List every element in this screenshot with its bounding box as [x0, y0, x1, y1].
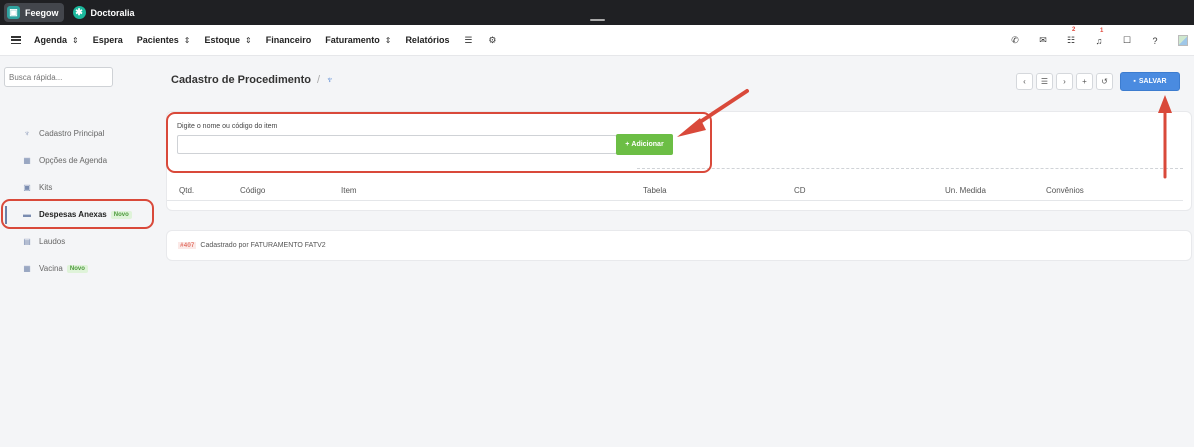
quick-search-input[interactable]	[4, 67, 113, 87]
inbox-icon[interactable]: ✉	[1038, 35, 1048, 46]
sort-icon: ⇕	[245, 35, 252, 45]
save-label: SALVAR	[1138, 78, 1167, 85]
divider	[637, 168, 1183, 169]
sidebar-item-vacina[interactable]: ▦ Vacina Novo	[0, 255, 160, 282]
plus-icon: +	[1082, 77, 1087, 86]
app-tab-label: Feegow	[25, 7, 59, 18]
chevron-right-icon: ›	[1063, 77, 1066, 86]
page-title: Cadastro de Procedimento / ♆	[171, 74, 334, 86]
menu-label: Pacientes	[136, 35, 179, 45]
settings-icon[interactable]: ⚙	[487, 35, 497, 45]
menu-pacientes[interactable]: Pacientes ⇕	[137, 35, 191, 45]
sidebar-item-label: Laudos	[39, 237, 66, 246]
menu-agenda[interactable]: Agenda ⇕	[34, 35, 79, 45]
doctoralia-logo-icon: ✱	[72, 6, 86, 19]
sidebar-item-laudos[interactable]: ▤ Laudos	[0, 228, 160, 255]
list-icon: ☰	[1040, 77, 1049, 86]
column-header-qtd: Qtd.	[179, 186, 195, 195]
feegow-logo-icon: ▣	[7, 6, 20, 19]
items-table-header: Qtd. Código Item Tabela CD Un. Medida Co…	[167, 186, 1183, 201]
column-header-item: Item	[341, 186, 357, 195]
document-icon: ▤	[23, 236, 31, 246]
navbar-actions: ✆ ✉ ☷ 2 ♫ 1 ☐ ?	[1010, 25, 1194, 56]
record-toolbar: ‹ ☰ › + ↺ ▪ SALVAR	[1016, 72, 1180, 91]
app-tab-doctoralia[interactable]: ✱ Doctoralia	[70, 3, 140, 22]
list-button[interactable]: ☰	[1036, 73, 1053, 90]
sidebar-item-opcoes-agenda[interactable]: ▦ Opções de Agenda	[0, 147, 160, 174]
breadcrumb-separator: /	[316, 74, 321, 86]
calendar-icon: ▦	[23, 263, 31, 273]
column-header-convenios: Convênios	[1046, 186, 1084, 195]
menu-label: Relatórios	[405, 35, 450, 45]
menu-estoque[interactable]: Estoque ⇕	[204, 35, 251, 45]
add-button[interactable]: +	[1076, 73, 1093, 90]
bell-badge: 1	[1100, 27, 1104, 34]
main-navbar: Agenda ⇕ Espera Pacientes ⇕ Estoque ⇕ Finan…	[0, 25, 1194, 56]
novo-badge: Novo	[66, 264, 88, 273]
sort-icon: ⇕	[384, 35, 392, 45]
phone-icon[interactable]: ✆	[1010, 35, 1020, 46]
menu-financeiro[interactable]: Financeiro	[266, 35, 312, 45]
window-drag-handle[interactable]	[590, 19, 605, 21]
chevron-left-icon: ‹	[1023, 77, 1026, 86]
stethoscope-icon: ♆	[326, 74, 334, 86]
audit-text: Cadastrado por FATURAMENTO FATV2	[200, 242, 326, 249]
stethoscope-icon: ♆	[24, 128, 30, 138]
menu-label: Agenda	[34, 35, 68, 45]
annotation-arrows	[677, 89, 1172, 179]
sidebar-item-label: Kits	[39, 183, 53, 192]
main-menu: Agenda ⇕ Espera Pacientes ⇕ Estoque ⇕ Finan…	[34, 35, 511, 45]
tasks-badge: 2	[1072, 27, 1076, 33]
column-header-codigo: Código	[240, 186, 266, 195]
menu-label: Faturamento	[325, 35, 380, 45]
user-avatar[interactable]	[1178, 35, 1188, 46]
chat-icon[interactable]: ☐	[1122, 35, 1132, 46]
sidebar-item-label: Cadastro Principal	[39, 129, 105, 138]
database-icon[interactable]: ☰	[463, 35, 473, 45]
annotation-highlight-input	[166, 112, 712, 173]
app-switcher-bar: ▣ Feegow ✱ Doctoralia	[0, 0, 1194, 25]
menu-label: Financeiro	[265, 35, 312, 45]
sidebar-item-label: Opções de Agenda	[39, 156, 108, 165]
sidebar-item-kits[interactable]: ▣ Kits	[0, 174, 160, 201]
app-tab-feegow[interactable]: ▣ Feegow	[4, 3, 64, 22]
sidebar-item-cadastro-principal[interactable]: ♆ Cadastro Principal	[0, 120, 160, 147]
menu-label: Estoque	[204, 35, 240, 45]
previous-button[interactable]: ‹	[1016, 73, 1033, 90]
history-button[interactable]: ↺	[1096, 73, 1113, 90]
menu-faturamento[interactable]: Faturamento ⇕	[325, 35, 391, 45]
annotation-highlight-sidebar	[1, 199, 154, 229]
menu-espera[interactable]: Espera	[93, 35, 123, 45]
page-title-text: Cadastro de Procedimento	[171, 74, 311, 86]
audit-info-card: #407 Cadastrado por FATURAMENTO FATV2	[166, 230, 1192, 261]
hamburger-menu-icon[interactable]	[11, 36, 21, 44]
next-button[interactable]: ›	[1056, 73, 1073, 90]
bell-icon[interactable]: ♫ 1	[1094, 28, 1104, 46]
calendar-icon: ▦	[23, 155, 31, 165]
record-code: #407	[178, 242, 197, 249]
column-header-cd: CD	[794, 186, 806, 195]
app-tab-label: Doctoralia	[90, 7, 135, 18]
column-header-tabela: Tabela	[643, 186, 667, 195]
menu-relatorios[interactable]: Relatórios	[405, 35, 449, 45]
history-icon: ↺	[1101, 77, 1108, 86]
save-icon: ▪	[1133, 78, 1136, 85]
sidebar-item-label: Vacina	[39, 264, 63, 273]
tasks-icon[interactable]: ☷ 2	[1066, 27, 1076, 46]
menu-label: Espera	[92, 35, 123, 45]
kit-icon: ▣	[23, 182, 31, 192]
save-button[interactable]: ▪ SALVAR	[1120, 72, 1180, 91]
column-header-un-medida: Un. Medida	[945, 186, 986, 195]
sort-icon: ⇕	[72, 35, 79, 45]
help-icon[interactable]: ?	[1150, 36, 1160, 46]
sort-icon: ⇕	[183, 35, 191, 45]
